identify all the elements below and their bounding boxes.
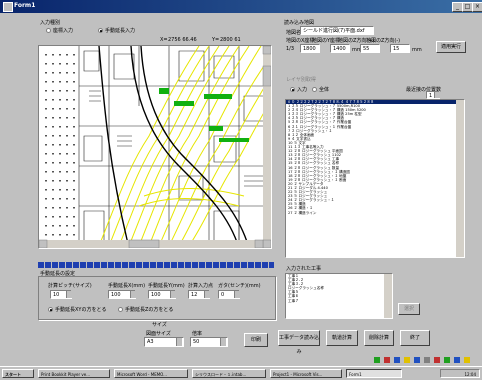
filename-label: 地図名	[286, 30, 302, 36]
radio-coordinate-input-label: 座標入力	[53, 28, 74, 34]
ratio-label: 倍率	[192, 331, 203, 337]
close-button[interactable]: ×	[472, 2, 482, 12]
layer-list-item[interactable]: 27 ２ 構造ライン	[286, 211, 464, 215]
task-label: Project1 - Microsoft Vis...	[273, 372, 323, 377]
task-print-bookkit[interactable]: Print Bookkit Player ve...	[38, 369, 110, 378]
select-panel-header: 入力された工事	[286, 266, 322, 272]
size-panel-header: サイズ	[152, 322, 167, 328]
gap-label: ガタ(センチ)(mm)	[218, 283, 261, 289]
layer-panel-header: レイヤ別取得	[286, 77, 316, 83]
x-coord-value: 2756 66.46	[168, 37, 197, 43]
task-label: Microsoft Word - MEMO...	[117, 372, 167, 377]
map-y-label: 地図のY座標	[312, 38, 341, 44]
layer-list-scrollbar[interactable]	[456, 100, 464, 257]
select-work-button[interactable]: 選択	[398, 303, 420, 315]
manual-y-label: 手動延長Y(mm)	[148, 283, 185, 289]
work-list-item[interactable]: 工事７	[286, 299, 392, 303]
radio-manual-input[interactable]	[98, 28, 103, 33]
system-tray: 12:04	[440, 369, 480, 378]
work-list-scrollbar[interactable]	[384, 274, 392, 318]
progress-bar	[38, 262, 274, 268]
radio-manual-input-label: 手動延長入力	[105, 28, 136, 34]
radio-layer-all[interactable]	[312, 87, 317, 92]
gap-spinner[interactable]	[234, 291, 240, 298]
clock: 12:04	[464, 372, 476, 377]
calc-points-spinner[interactable]	[204, 291, 210, 298]
tray-icon-strip	[372, 355, 482, 365]
map-zm-label: 地図のZ方向(-)	[366, 38, 401, 44]
load-work-data-button[interactable]: 工事データ読み込み	[278, 330, 320, 355]
radio-layer-input[interactable]	[290, 87, 295, 92]
paper-size-label: 図面サイズ	[146, 331, 171, 337]
map-zp-input[interactable]: 55	[360, 44, 380, 53]
calc-points-label: 計算入力点	[188, 283, 214, 289]
ratio-dropdown[interactable]	[220, 338, 226, 346]
radio-manual-z[interactable]	[118, 307, 123, 312]
x-coord-label: X=	[160, 37, 168, 43]
task-intab[interactable]: シリウスロード・１.intab...	[192, 369, 266, 378]
manual-x-label: 手動延長X(mm)	[108, 283, 146, 289]
tray-icons	[374, 357, 470, 363]
radio-manual-xy-label: 手動延長XYの方をとる	[55, 307, 107, 313]
map-drawing	[39, 46, 271, 248]
taskbar: スタート Print Bookkit Player ve... Microsof…	[0, 366, 482, 380]
filename-input[interactable]: シールド進行図(7)平面.dxf	[300, 26, 374, 35]
task-project1[interactable]: Project1 - Microsoft Vis...	[270, 369, 342, 378]
task-form1[interactable]: Form1	[346, 369, 402, 378]
work-rows: 工事１ 工事２-２ 工事３-２ ロジーグラッシュ名称 工事５ 工事６ 工事７	[286, 274, 392, 303]
input-mode-header: 入力種別	[40, 20, 61, 26]
map-zm-unit: mm	[412, 47, 422, 53]
radio-layer-input-label: 入力	[297, 87, 308, 93]
manual-y-spinner[interactable]	[170, 291, 176, 298]
task-label: Print Bookkit Player ve...	[41, 372, 91, 377]
radio-manual-xy[interactable]	[48, 307, 53, 312]
title-bar: Form1 _ □ ×	[0, 0, 482, 13]
exit-button[interactable]: 終了	[400, 330, 430, 346]
nearest-count-spinner[interactable]	[434, 92, 440, 98]
pitch-label: 計算ピッチ(サイズ)	[48, 283, 92, 289]
radio-manual-z-label: 手動延長Zの方をとる	[125, 307, 174, 313]
start-label: スタート	[5, 372, 21, 377]
manual-x-spinner[interactable]	[130, 291, 136, 298]
print-button[interactable]: 印刷	[244, 333, 268, 347]
y-coord-label: Y=	[212, 37, 220, 43]
task-label: シリウスロード・１.intab...	[195, 372, 247, 377]
scale-value: 1/3	[286, 46, 295, 52]
map-y-input[interactable]: 1400	[330, 44, 350, 53]
track-calc-button[interactable]: 軌道計算	[326, 330, 358, 346]
task-word[interactable]: Microsoft Word - MEMO...	[114, 369, 188, 378]
y-coord-value: 2800 61	[220, 37, 241, 43]
window-title: Form1	[14, 2, 36, 9]
radio-layer-all-label: 全体	[319, 87, 330, 93]
map-x-label: 地図のX座標	[286, 38, 315, 44]
app-icon[interactable]	[3, 2, 13, 12]
pitch-spinner[interactable]	[66, 291, 72, 298]
work-list[interactable]: 工事１ 工事２-２ 工事３-２ ロジーグラッシュ名称 工事５ 工事６ 工事７	[285, 273, 393, 319]
task-label: Form1	[349, 372, 362, 377]
file-panel-header: 読み込み地図	[284, 20, 315, 26]
layer-list[interactable]: 0 ０ ２２２２７２２７２７８８.４ ４７７８５２８８ 1 ２５ ロジーグラッシュ…	[285, 99, 465, 258]
map-canvas[interactable]	[38, 45, 272, 249]
layer-rows: 0 ０ ２２２２７２２７２７８８.４ ４７７８５２８８ 1 ２５ ロジーグラッシュ…	[286, 100, 464, 215]
map-x-input[interactable]: 1800	[300, 44, 320, 53]
paper-size-dropdown[interactable]	[176, 338, 182, 346]
start-button[interactable]: スタート	[2, 369, 34, 378]
apply-map-button[interactable]: 適用実行	[436, 41, 466, 53]
radio-coordinate-input[interactable]	[46, 28, 51, 33]
delete-calc-button[interactable]: 削除計算	[364, 330, 394, 346]
map-zm-input[interactable]: 15	[390, 44, 410, 53]
